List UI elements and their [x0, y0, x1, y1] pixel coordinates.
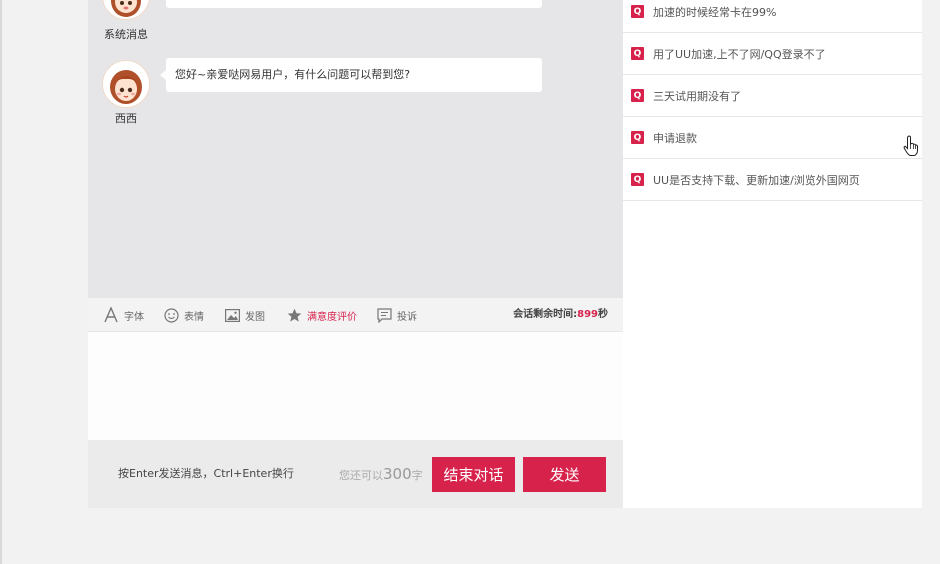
send-hint: 按Enter发送消息，Ctrl+Enter换行: [118, 467, 294, 480]
remaining-chars: 您还可以300字: [339, 440, 423, 510]
star-icon: [287, 308, 302, 322]
faq-item[interactable]: Q UU是否支持下载、更新加速/浏览外国网页: [623, 159, 922, 201]
window-edge: [0, 0, 2, 564]
sender-name: 系统消息: [104, 28, 148, 41]
message-input[interactable]: [88, 332, 623, 440]
font-icon: [104, 307, 118, 323]
remain-suffix: 字: [411, 469, 423, 482]
image-label: 发图: [245, 311, 265, 323]
question-badge-icon: Q: [631, 89, 644, 102]
question-badge-icon: Q: [631, 5, 644, 18]
chat-history[interactable]: 系统消息 您好~亲爱哒网易用户，有什么问题可以帮到您? 西西: [88, 0, 623, 298]
session-timer: 会话剩余时间:899秒: [513, 298, 608, 332]
chat-message: 您好~亲爱哒网易用户，有什么问题可以帮到您? 西西: [88, 58, 623, 128]
send-button[interactable]: 发送: [523, 457, 606, 492]
image-icon: [225, 308, 240, 322]
faq-item-label: 用了UU加速,上不了网/QQ登录不了: [653, 47, 826, 61]
rating-button[interactable]: 满意度评价: [287, 298, 357, 332]
emoji-label: 表情: [184, 311, 204, 323]
message-bubble: 您好~亲爱哒网易用户，有什么问题可以帮到您?: [160, 58, 542, 92]
faq-item[interactable]: Q 三天试用期没有了: [623, 75, 922, 117]
faq-item-label: UU是否支持下载、更新加速/浏览外国网页: [653, 173, 860, 187]
remain-prefix: 您还可以: [339, 469, 383, 482]
chat-toolbar: 字体 表情 发图 满意度评价 投诉 会话剩余时间:899秒: [88, 298, 623, 332]
hand-pointer-icon: [903, 135, 919, 160]
faq-item[interactable]: Q 申请退款: [623, 117, 922, 159]
faq-item[interactable]: Q 加速的时候经常卡在99%: [623, 0, 922, 33]
sender-name: 西西: [115, 112, 137, 125]
chat-footer: 按Enter发送消息，Ctrl+Enter换行 您还可以300字 结束对话 发送: [88, 440, 623, 508]
smiley-icon: [164, 307, 179, 323]
complaint-button[interactable]: 投诉: [377, 298, 417, 332]
faq-item-label: 加速的时候经常卡在99%: [653, 5, 777, 19]
faq-panel: Q 加速的时候经常卡在99% Q 用了UU加速,上不了网/QQ登录不了 Q 三天…: [623, 0, 922, 508]
chat-message-system: 系统消息: [88, 0, 623, 41]
timer-value: 899: [577, 309, 598, 320]
faq-item-label: 申请退款: [653, 131, 697, 145]
message-bubble: [166, 0, 542, 8]
complaint-label: 投诉: [397, 311, 417, 323]
font-label: 字体: [124, 311, 144, 323]
faq-item[interactable]: Q 用了UU加速,上不了网/QQ登录不了: [623, 33, 922, 75]
girl-avatar-icon: [102, 0, 150, 20]
font-button[interactable]: 字体: [103, 298, 144, 332]
question-badge-icon: Q: [631, 173, 644, 186]
comment-icon: [377, 307, 392, 323]
timer-unit: 秒: [598, 309, 608, 320]
end-conversation-button[interactable]: 结束对话: [432, 457, 515, 492]
send-image-button[interactable]: 发图: [225, 298, 265, 332]
question-badge-icon: Q: [631, 47, 644, 60]
remain-count: 300: [383, 465, 412, 483]
timer-label: 会话剩余时间:: [513, 309, 578, 320]
girl-avatar-icon: [102, 60, 150, 108]
question-badge-icon: Q: [631, 131, 644, 144]
emoji-button[interactable]: 表情: [164, 298, 204, 332]
rating-label: 满意度评价: [307, 311, 357, 323]
faq-item-label: 三天试用期没有了: [653, 89, 741, 103]
